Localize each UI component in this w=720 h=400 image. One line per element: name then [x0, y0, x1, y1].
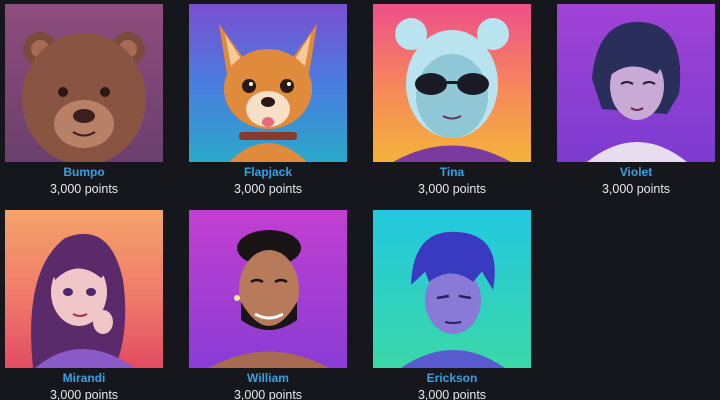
avatar-name: William [247, 371, 289, 385]
avatar-card-erickson[interactable]: Erickson 3,000 points [373, 210, 531, 400]
violet-avatar-image[interactable] [557, 4, 715, 162]
bumpo-avatar-image[interactable] [5, 4, 163, 162]
avatar-name: Mirandi [62, 371, 106, 385]
avatar-name: Tina [439, 165, 465, 179]
william-avatar-image[interactable] [189, 210, 347, 368]
avatar-points: 3,000 points [49, 388, 119, 400]
avatar-card-william[interactable]: William 3,000 points [189, 210, 347, 400]
avatar-card-flapjack[interactable]: Flapjack 3,000 points [189, 4, 347, 196]
avatar-name: Erickson [426, 371, 478, 385]
avatar-points: 3,000 points [417, 182, 487, 196]
avatar-points: 3,000 points [601, 182, 671, 196]
mirandi-avatar-image[interactable] [5, 210, 163, 368]
flapjack-avatar-image[interactable] [189, 4, 347, 162]
avatar-card-tina[interactable]: Tina 3,000 points [373, 4, 531, 196]
avatar-card-mirandi[interactable]: Mirandi 3,000 points [5, 210, 163, 400]
avatar-name: Bumpo [63, 165, 105, 179]
avatar-name: Violet [619, 165, 653, 179]
avatar-card-bumpo[interactable]: Bumpo 3,000 points [5, 4, 163, 196]
avatar-points: 3,000 points [49, 182, 119, 196]
erickson-avatar-image[interactable] [373, 210, 531, 368]
tina-avatar-image[interactable] [373, 4, 531, 162]
avatar-card-violet[interactable]: Violet 3,000 points [557, 4, 715, 196]
avatar-points: 3,000 points [417, 388, 487, 400]
avatar-grid: Bumpo 3,000 points Flapjack 3,000 points… [0, 0, 720, 400]
avatar-points: 3,000 points [233, 182, 303, 196]
avatar-points: 3,000 points [233, 388, 303, 400]
avatar-name: Flapjack [243, 165, 293, 179]
